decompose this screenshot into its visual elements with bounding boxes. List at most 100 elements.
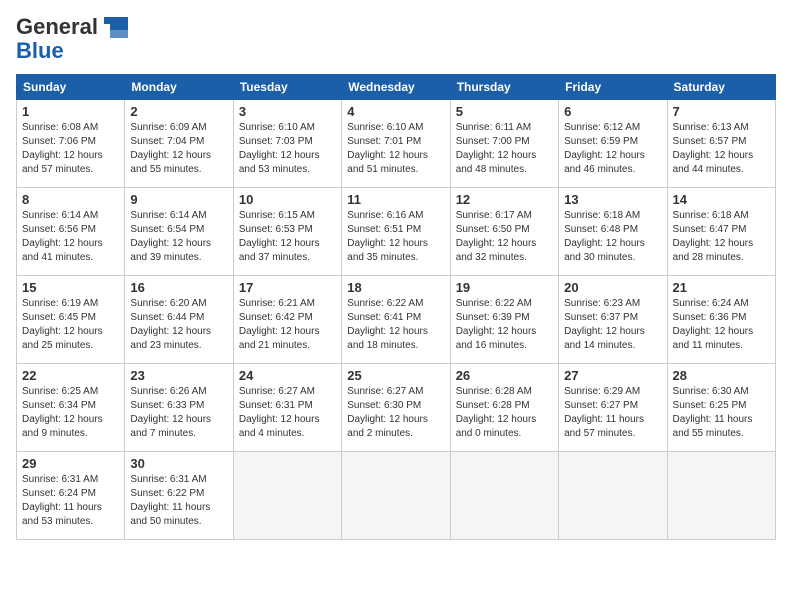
calendar-week-row: 15Sunrise: 6:19 AMSunset: 6:45 PMDayligh…: [17, 276, 776, 364]
calendar-cell: 24Sunrise: 6:27 AMSunset: 6:31 PMDayligh…: [233, 364, 341, 452]
calendar-cell: 21 Sunrise: 6:24 AMSunset: 6:36 PMDayligh…: [667, 276, 775, 364]
day-number: 8: [22, 192, 119, 207]
calendar-cell: 11 Sunrise: 6:16 AMSunset: 6:51 PMDayligh…: [342, 188, 450, 276]
page-header: General Blue: [16, 12, 776, 64]
calendar-cell: 25Sunrise: 6:27 AMSunset: 6:30 PMDayligh…: [342, 364, 450, 452]
calendar-cell: 3 Sunrise: 6:10 AMSunset: 7:03 PMDaylight…: [233, 100, 341, 188]
weekday-header-wednesday: Wednesday: [342, 75, 450, 100]
calendar-cell: 5Sunrise: 6:11 AMSunset: 7:00 PMDaylight…: [450, 100, 558, 188]
weekday-header-tuesday: Tuesday: [233, 75, 341, 100]
day-number: 6: [564, 104, 661, 119]
day-info: Sunrise: 6:29 AMSunset: 6:27 PMDaylight:…: [564, 385, 661, 441]
day-info: Sunrise: 6:22 AMSunset: 6:39 PMDaylight:…: [456, 297, 553, 353]
day-info: Sunrise: 6:30 AMSunset: 6:25 PMDaylight:…: [673, 385, 770, 441]
day-number: 27: [564, 368, 661, 383]
calendar-cell: 10 Sunrise: 6:15 AMSunset: 6:53 PMDayligh…: [233, 188, 341, 276]
calendar-cell: [450, 452, 558, 540]
day-number: 14: [673, 192, 770, 207]
day-info: Sunrise: 6:23 AMSunset: 6:37 PMDaylight:…: [564, 297, 661, 353]
day-number: 3: [239, 104, 336, 119]
day-number: 4: [347, 104, 444, 119]
day-info: Sunrise: 6:18 AMSunset: 6:48 PMDaylight:…: [564, 209, 661, 265]
calendar-week-row: 8 Sunrise: 6:14 AMSunset: 6:56 PMDaylight…: [17, 188, 776, 276]
day-info: Sunrise: 6:21 AMSunset: 6:42 PMDaylight:…: [239, 297, 336, 353]
day-number: 28: [673, 368, 770, 383]
day-info: Sunrise: 6:15 AMSunset: 6:53 PMDaylight:…: [239, 209, 336, 265]
day-number: 29: [22, 456, 119, 471]
day-info: Sunrise: 6:22 AMSunset: 6:41 PMDaylight:…: [347, 297, 444, 353]
logo: General Blue: [16, 12, 130, 64]
day-number: 23: [130, 368, 227, 383]
day-number: 24: [239, 368, 336, 383]
weekday-header-saturday: Saturday: [667, 75, 775, 100]
logo-icon: [100, 12, 130, 42]
weekday-header-monday: Monday: [125, 75, 233, 100]
day-number: 9: [130, 192, 227, 207]
calendar-cell: 2Sunrise: 6:09 AMSunset: 7:04 PMDaylight…: [125, 100, 233, 188]
calendar-cell: [559, 452, 667, 540]
day-info: Sunrise: 6:09 AMSunset: 7:04 PMDaylight:…: [130, 121, 227, 177]
day-number: 1: [22, 104, 119, 119]
day-info: Sunrise: 6:14 AMSunset: 6:56 PMDaylight:…: [22, 209, 119, 265]
calendar-cell: 14 Sunrise: 6:18 AMSunset: 6:47 PMDayligh…: [667, 188, 775, 276]
calendar-cell: 7 Sunrise: 6:13 AMSunset: 6:57 PMDaylight…: [667, 100, 775, 188]
day-number: 30: [130, 456, 227, 471]
calendar-cell: 6 Sunrise: 6:12 AMSunset: 6:59 PMDaylight…: [559, 100, 667, 188]
day-number: 21: [673, 280, 770, 295]
calendar-cell: 9 Sunrise: 6:14 AMSunset: 6:54 PMDaylight…: [125, 188, 233, 276]
day-number: 20: [564, 280, 661, 295]
day-info: Sunrise: 6:18 AMSunset: 6:47 PMDaylight:…: [673, 209, 770, 265]
calendar-cell: 4 Sunrise: 6:10 AMSunset: 7:01 PMDaylight…: [342, 100, 450, 188]
day-info: Sunrise: 6:11 AMSunset: 7:00 PMDaylight:…: [456, 121, 553, 177]
day-number: 7: [673, 104, 770, 119]
calendar-cell: 22 Sunrise: 6:25 AMSunset: 6:34 PMDayligh…: [17, 364, 125, 452]
calendar-table: SundayMondayTuesdayWednesdayThursdayFrid…: [16, 74, 776, 540]
calendar-cell: 17 Sunrise: 6:21 AMSunset: 6:42 PMDayligh…: [233, 276, 341, 364]
calendar-week-row: 1 Sunrise: 6:08 AMSunset: 7:06 PMDaylight…: [17, 100, 776, 188]
day-number: 22: [22, 368, 119, 383]
day-info: Sunrise: 6:10 AMSunset: 7:03 PMDaylight:…: [239, 121, 336, 177]
calendar-cell: [233, 452, 341, 540]
calendar-cell: 20 Sunrise: 6:23 AMSunset: 6:37 PMDayligh…: [559, 276, 667, 364]
calendar-cell: 18 Sunrise: 6:22 AMSunset: 6:41 PMDayligh…: [342, 276, 450, 364]
calendar-cell: [667, 452, 775, 540]
day-info: Sunrise: 6:25 AMSunset: 6:34 PMDaylight:…: [22, 385, 119, 441]
day-number: 15: [22, 280, 119, 295]
day-number: 11: [347, 192, 444, 207]
calendar-cell: 26 Sunrise: 6:28 AMSunset: 6:28 PMDayligh…: [450, 364, 558, 452]
calendar-cell: 29 Sunrise: 6:31 AMSunset: 6:24 PMDayligh…: [17, 452, 125, 540]
day-info: Sunrise: 6:31 AMSunset: 6:22 PMDaylight:…: [130, 473, 227, 529]
day-info: Sunrise: 6:20 AMSunset: 6:44 PMDaylight:…: [130, 297, 227, 353]
day-number: 26: [456, 368, 553, 383]
calendar-week-row: 22 Sunrise: 6:25 AMSunset: 6:34 PMDayligh…: [17, 364, 776, 452]
logo-text-general: General: [16, 14, 98, 40]
calendar-cell: 27 Sunrise: 6:29 AMSunset: 6:27 PMDayligh…: [559, 364, 667, 452]
calendar-cell: 13 Sunrise: 6:18 AMSunset: 6:48 PMDayligh…: [559, 188, 667, 276]
day-info: Sunrise: 6:12 AMSunset: 6:59 PMDaylight:…: [564, 121, 661, 177]
calendar-cell: 23 Sunrise: 6:26 AMSunset: 6:33 PMDayligh…: [125, 364, 233, 452]
calendar-cell: 8 Sunrise: 6:14 AMSunset: 6:56 PMDaylight…: [17, 188, 125, 276]
day-number: 17: [239, 280, 336, 295]
day-info: Sunrise: 6:14 AMSunset: 6:54 PMDaylight:…: [130, 209, 227, 265]
weekday-header-row: SundayMondayTuesdayWednesdayThursdayFrid…: [17, 75, 776, 100]
day-info: Sunrise: 6:17 AMSunset: 6:50 PMDaylight:…: [456, 209, 553, 265]
day-info: Sunrise: 6:13 AMSunset: 6:57 PMDaylight:…: [673, 121, 770, 177]
day-info: Sunrise: 6:28 AMSunset: 6:28 PMDaylight:…: [456, 385, 553, 441]
day-info: Sunrise: 6:10 AMSunset: 7:01 PMDaylight:…: [347, 121, 444, 177]
calendar-cell: 30 Sunrise: 6:31 AMSunset: 6:22 PMDayligh…: [125, 452, 233, 540]
calendar-cell: 16 Sunrise: 6:20 AMSunset: 6:44 PMDayligh…: [125, 276, 233, 364]
day-info: Sunrise: 6:24 AMSunset: 6:36 PMDaylight:…: [673, 297, 770, 353]
day-number: 16: [130, 280, 227, 295]
day-number: 12: [456, 192, 553, 207]
day-number: 13: [564, 192, 661, 207]
calendar-cell: 19Sunrise: 6:22 AMSunset: 6:39 PMDayligh…: [450, 276, 558, 364]
day-number: 25: [347, 368, 444, 383]
day-info: Sunrise: 6:08 AMSunset: 7:06 PMDaylight:…: [22, 121, 119, 177]
day-info: Sunrise: 6:16 AMSunset: 6:51 PMDaylight:…: [347, 209, 444, 265]
day-number: 10: [239, 192, 336, 207]
day-info: Sunrise: 6:26 AMSunset: 6:33 PMDaylight:…: [130, 385, 227, 441]
calendar-cell: 15Sunrise: 6:19 AMSunset: 6:45 PMDayligh…: [17, 276, 125, 364]
day-number: 18: [347, 280, 444, 295]
weekday-header-sunday: Sunday: [17, 75, 125, 100]
day-info: Sunrise: 6:31 AMSunset: 6:24 PMDaylight:…: [22, 473, 119, 529]
